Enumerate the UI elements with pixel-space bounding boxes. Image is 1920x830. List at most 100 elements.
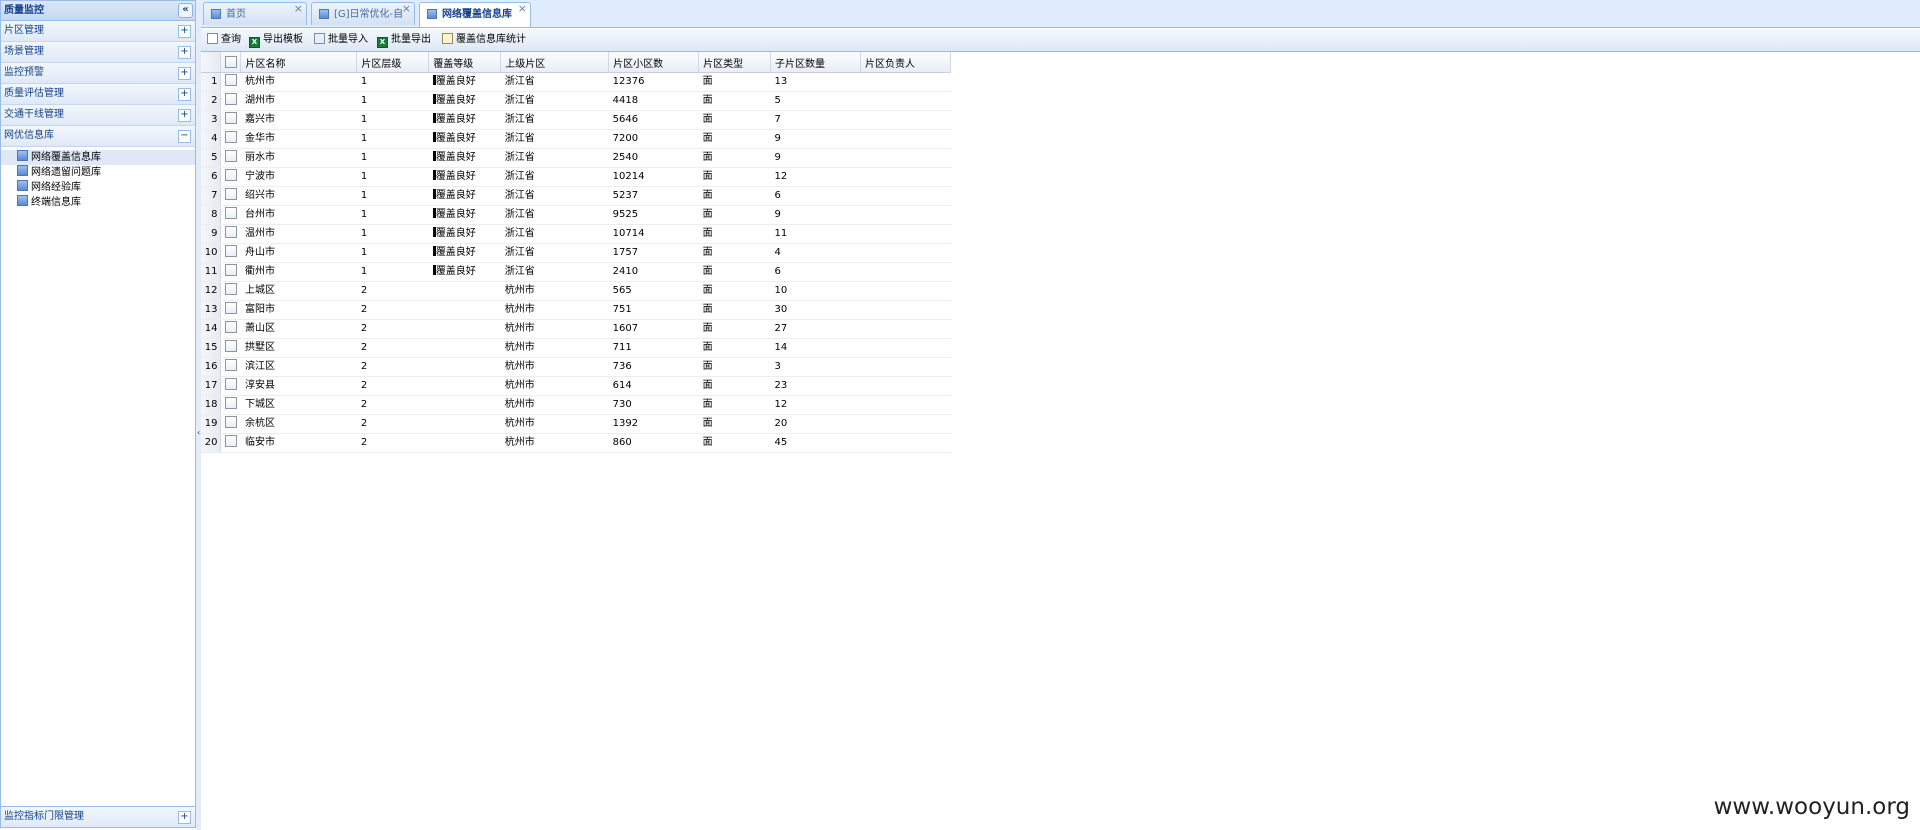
row-checkbox-cell[interactable] [220,72,241,92]
table-row[interactable]: 17 淳安县 2 杭州市 614 面 23 [201,376,951,396]
table-row[interactable]: 11 衢州市 1 覆盖良好 浙江省 2410 面 6 [201,262,951,282]
row-checkbox[interactable] [225,112,238,124]
row-checkbox[interactable] [225,283,238,295]
column-header[interactable]: 片区名称 [240,52,358,73]
table-row[interactable]: 7 绍兴市 1 覆盖良好 浙江省 5237 面 6 [201,186,951,206]
row-checkbox-cell[interactable] [220,148,241,168]
collapse-sidebar-button[interactable]: « [178,3,193,18]
row-checkbox[interactable] [225,321,238,333]
column-header[interactable]: 片区负责人 [860,52,952,73]
table-row[interactable]: 20 临安市 2 杭州市 860 面 45 [201,433,951,453]
checkbox[interactable] [224,55,237,68]
table-row[interactable]: 12 上城区 2 杭州市 565 面 10 [201,281,951,301]
row-checkbox[interactable] [225,207,238,219]
tab-home[interactable]: 首页 × [203,2,307,25]
row-checkbox[interactable] [225,93,238,105]
row-checkbox[interactable] [225,264,238,276]
row-checkbox[interactable] [225,302,238,314]
tree-item-legacy-issues[interactable]: 网络遗留问题库 [1,165,195,180]
section-traffic-trunk[interactable]: 交通干线管理 + [1,105,195,126]
column-header[interactable]: 子片区数量 [770,52,861,73]
table-row[interactable]: 2 湖州市 1 覆盖良好 浙江省 4418 面 5 [201,91,951,111]
table-row[interactable]: 3 嘉兴市 1 覆盖良好 浙江省 5646 面 7 [201,110,951,130]
row-checkbox-cell[interactable] [220,167,241,187]
expand-icon[interactable]: + [178,46,191,59]
table-row[interactable]: 6 宁波市 1 覆盖良好 浙江省 10214 面 12 [201,167,951,187]
query-button[interactable]: 查询 [207,33,241,47]
row-checkbox[interactable] [225,226,238,238]
row-checkbox-cell[interactable] [220,129,241,149]
row-checkbox[interactable] [225,359,238,371]
row-checkbox[interactable] [225,188,238,200]
table-row[interactable]: 13 富阳市 2 杭州市 751 面 30 [201,300,951,320]
batch-import-button[interactable]: 批量导入 [314,33,368,47]
row-checkbox-cell[interactable] [220,110,241,130]
row-checkbox-cell[interactable] [220,338,241,358]
row-checkbox[interactable] [225,245,238,257]
expand-icon[interactable]: + [178,88,191,101]
row-checkbox[interactable] [225,397,238,409]
section-optimization-library[interactable]: 网优信息库 − [1,126,195,147]
tree-item-coverage-library[interactable]: 网络覆盖信息库 [1,150,195,165]
row-checkbox-cell[interactable] [220,433,241,453]
close-icon[interactable]: × [518,0,527,20]
row-checkbox-cell[interactable] [220,224,241,244]
row-checkbox-cell[interactable] [220,319,241,339]
row-checkbox-cell[interactable] [220,281,241,301]
row-checkbox-cell[interactable] [220,395,241,415]
expand-icon[interactable]: + [178,25,191,38]
row-checkbox-cell[interactable] [220,414,241,434]
table-row[interactable]: 16 滨江区 2 杭州市 736 面 3 [201,357,951,377]
section-threshold-management[interactable]: 监控指标门限管理 + [1,806,195,827]
coverage-stats-button[interactable]: 覆盖信息库统计 [442,33,526,47]
column-header[interactable]: 上级片区 [500,52,610,73]
row-checkbox[interactable] [225,340,238,352]
row-checkbox-cell[interactable] [220,186,241,206]
table-row[interactable]: 18 下城区 2 杭州市 730 面 12 [201,395,951,415]
collapse-arrow-icon[interactable]: ‹ [197,428,200,437]
row-checkbox-cell[interactable] [220,300,241,320]
section-scene-management[interactable]: 场景管理 + [1,42,195,63]
table-row[interactable]: 8 台州市 1 覆盖良好 浙江省 9525 面 9 [201,205,951,225]
section-zone-management[interactable]: 片区管理 + [1,21,195,42]
table-row[interactable]: 9 温州市 1 覆盖良好 浙江省 10714 面 11 [201,224,951,244]
row-checkbox[interactable] [225,416,238,428]
table-row[interactable]: 10 舟山市 1 覆盖良好 浙江省 1757 面 4 [201,243,951,263]
row-checkbox[interactable] [225,74,238,86]
section-quality-assessment[interactable]: 质量评估管理 + [1,84,195,105]
export-template-button[interactable]: X 导出模板 [249,33,303,48]
tab-daily-optimization[interactable]: [G]日常优化-自 × [311,2,415,25]
table-row[interactable]: 19 余杭区 2 杭州市 1392 面 20 [201,414,951,434]
tree-item-experience-library[interactable]: 网络经验库 [1,180,195,195]
row-checkbox-cell[interactable] [220,91,241,111]
section-monitor-alert[interactable]: 监控预警 + [1,63,195,84]
expand-icon[interactable]: + [178,109,191,122]
table-row[interactable]: 1 杭州市 1 覆盖良好 浙江省 12376 面 13 [201,72,951,92]
row-checkbox-cell[interactable] [220,243,241,263]
close-icon[interactable]: × [294,0,303,20]
expand-icon[interactable]: + [178,67,191,80]
table-row[interactable]: 15 拱墅区 2 杭州市 711 面 14 [201,338,951,358]
row-checkbox-cell[interactable] [220,357,241,377]
collapse-icon[interactable]: − [178,130,191,143]
row-checkbox[interactable] [225,150,238,162]
row-checkbox[interactable] [225,435,238,447]
row-checkbox-cell[interactable] [220,205,241,225]
column-header[interactable]: 片区类型 [698,52,772,73]
row-checkbox[interactable] [225,378,238,390]
row-checkbox[interactable] [225,169,238,181]
table-row[interactable]: 14 萧山区 2 杭州市 1607 面 27 [201,319,951,339]
row-checkbox-cell[interactable] [220,262,241,282]
batch-export-button[interactable]: X 批量导出 [377,33,431,48]
table-row[interactable]: 4 金华市 1 覆盖良好 浙江省 7200 面 9 [201,129,951,149]
column-header[interactable]: 片区小区数 [608,52,700,73]
tab-coverage-library[interactable]: 网络覆盖信息库 × [419,2,531,27]
tree-item-terminal-library[interactable]: 终端信息库 [1,195,195,210]
row-checkbox-cell[interactable] [220,376,241,396]
column-header[interactable]: 覆盖等级 [428,52,502,73]
expand-icon[interactable]: + [178,811,191,824]
column-header[interactable]: 片区层级 [356,52,430,73]
close-icon[interactable]: × [402,0,411,20]
table-row[interactable]: 5 丽水市 1 覆盖良好 浙江省 2540 面 9 [201,148,951,168]
select-all-checkbox[interactable] [220,52,242,73]
